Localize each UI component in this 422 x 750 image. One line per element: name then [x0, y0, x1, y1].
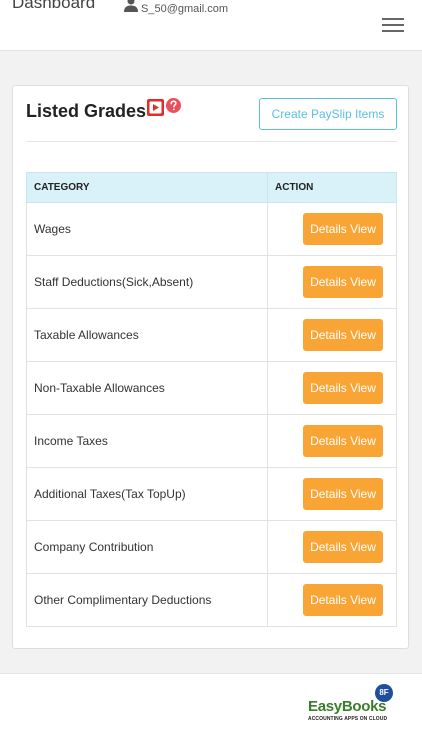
table-row: Non-Taxable Allowances Details View	[26, 361, 397, 415]
category-cell: Other Complimentary Deductions	[26, 573, 268, 627]
table-row: Taxable Allowances Details View	[26, 308, 397, 362]
details-view-button[interactable]: Details View	[303, 584, 383, 616]
category-cell: Staff Deductions(Sick,Absent)	[26, 255, 268, 309]
user-icon	[124, 0, 138, 12]
card-title: Listed Grades	[26, 101, 147, 121]
category-cell: Wages	[26, 202, 268, 256]
dashboard-title[interactable]: Dashboard	[12, 0, 95, 13]
category-cell: Taxable Allowances	[26, 308, 268, 362]
table-header-row: CATEGORY ACTION	[26, 172, 397, 203]
column-header-category: CATEGORY	[26, 172, 268, 203]
hamburger-menu-icon[interactable]	[382, 18, 404, 32]
category-cell: Additional Taxes(Tax TopUp)	[26, 467, 268, 521]
details-view-button[interactable]: Details View	[303, 372, 383, 404]
table-row: Wages Details View	[26, 202, 397, 256]
details-view-button[interactable]: Details View	[303, 478, 383, 510]
category-cell: Income Taxes	[26, 414, 268, 468]
footer: EasyBooks 8F ACCOUNTING APPS ON CLOUD	[0, 673, 422, 750]
listed-grades-card: Listed Grades Create PaySlip Items CATEG…	[12, 85, 409, 649]
column-header-action: ACTION	[267, 172, 397, 203]
details-view-button[interactable]: Details View	[303, 319, 383, 351]
card-divider	[26, 141, 397, 142]
table-row: Other Complimentary Deductions Details V…	[26, 573, 397, 627]
details-view-button[interactable]: Details View	[303, 213, 383, 245]
details-view-button[interactable]: Details View	[303, 266, 383, 298]
easybooks-logo[interactable]: EasyBooks 8F ACCOUNTING APPS ON CLOUD	[306, 684, 396, 724]
details-view-button[interactable]: Details View	[303, 425, 383, 457]
logo-badge: 8F	[375, 684, 393, 702]
details-view-button[interactable]: Details View	[303, 531, 383, 563]
logo-text: EasyBooks	[308, 698, 387, 715]
logo-tagline: ACCOUNTING APPS ON CLOUD	[308, 716, 388, 722]
category-cell: Company Contribution	[26, 520, 268, 574]
help-icon[interactable]	[166, 98, 181, 113]
category-cell: Non-Taxable Allowances	[26, 361, 268, 415]
youtube-icon[interactable]	[147, 99, 164, 116]
table-row: Income Taxes Details View	[26, 414, 397, 468]
create-payslip-items-button[interactable]: Create PaySlip Items	[259, 98, 397, 130]
table-row: Staff Deductions(Sick,Absent) Details Vi…	[26, 255, 397, 309]
grades-table: CATEGORY ACTION Wages Details View Staff…	[26, 172, 397, 627]
top-bar: Dashboard S_50@gmail.com	[0, 0, 422, 51]
table-row: Company Contribution Details View	[26, 520, 397, 574]
user-email: S_50@gmail.com	[141, 3, 228, 15]
table-row: Additional Taxes(Tax TopUp) Details View	[26, 467, 397, 521]
